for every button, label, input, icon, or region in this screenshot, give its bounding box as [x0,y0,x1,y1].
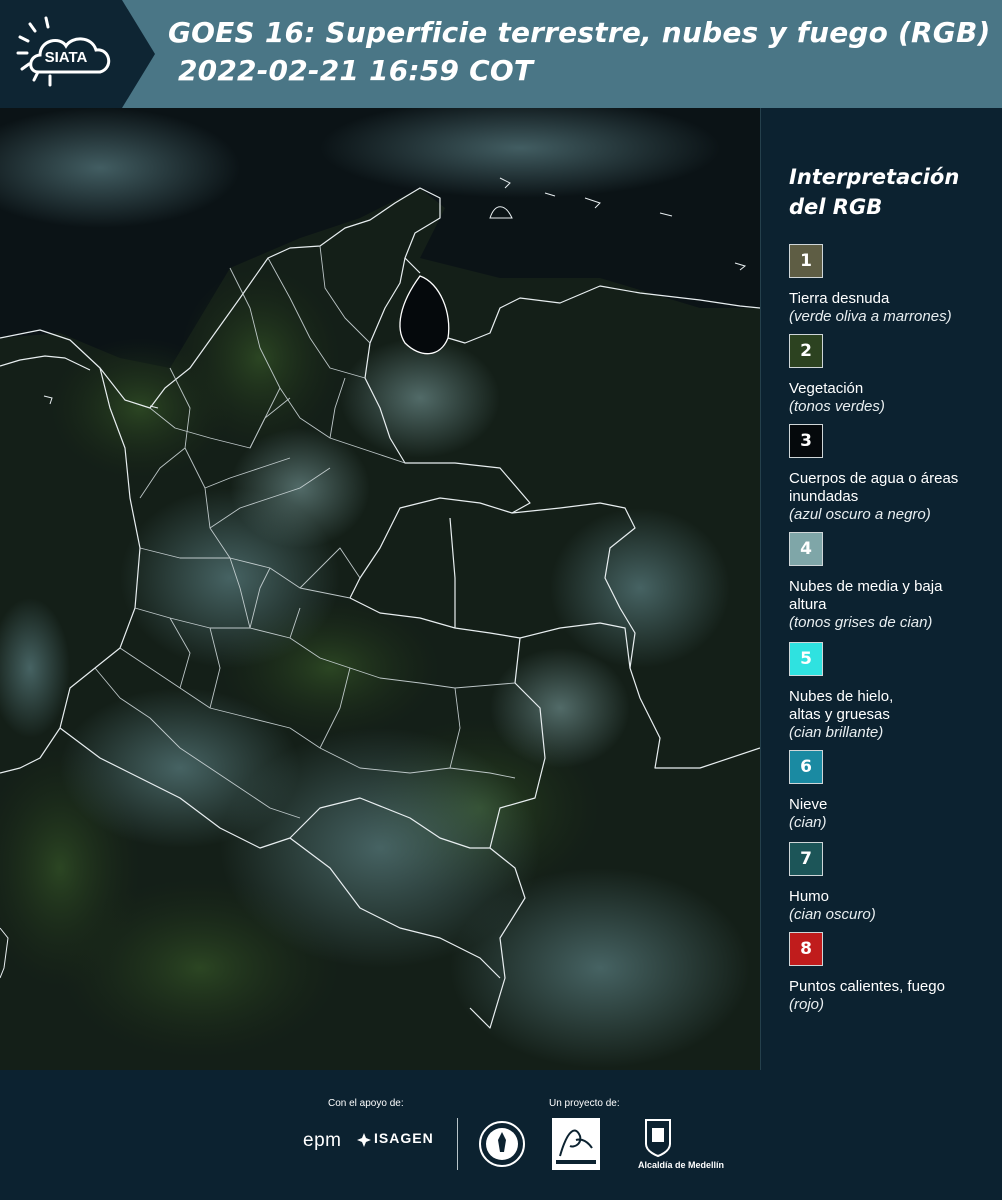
legend-swatch-5: 5 [789,642,823,676]
isagen-logo[interactable]: ISAGEN [374,1130,434,1146]
legend-swatch-2: 2 [789,334,823,368]
legend-item-vegetation: 2 Vegetación (tonos verdes) [789,334,999,416]
legend-title: Interpretación del RGB [789,165,960,219]
legend-swatch-1: 1 [789,244,823,278]
alcaldia-logo-text: Alcaldía de Medellín [638,1160,725,1170]
project-label: Un proyecto de: [549,1098,620,1109]
legend-sub: (azul oscuro a negro) [789,506,931,523]
legend-item-low-clouds: 4 Nubes de media y baja altura (tonos gr… [789,532,999,632]
seal-logo-icon[interactable] [478,1118,526,1170]
area-metropolitana-logo-icon[interactable] [552,1118,600,1170]
legend-sub: (cian brillante) [789,724,884,741]
legend-sub: (cian) [789,814,827,831]
siata-logo-icon: SIATA [0,0,155,108]
legend-item-fire: 8 Puntos calientes, fuego (rojo) [789,932,999,1014]
legend-label: Nieve [789,796,828,813]
legend-label: Puntos calientes, fuego [789,978,945,995]
legend-panel: Interpretación del RGB 1 Tierra desnuda … [760,108,1002,1070]
isagen-mark-icon [357,1133,371,1147]
legend-label: Cuerpos de agua o áreas inundadas [789,470,959,505]
legend-sub: (cian oscuro) [789,906,876,923]
support-label: Con el apoyo de: [328,1098,404,1109]
siata-logo[interactable]: SIATA [0,0,155,108]
legend-item-water: 3 Cuerpos de agua o áreas inundadas (azu… [789,424,999,524]
header-banner: SIATA GOES 16: Superficie terrestre, nub… [0,0,1002,108]
legend-sub: (tonos verdes) [789,398,885,415]
legend-label: Tierra desnuda [789,290,890,307]
page-title: GOES 16: Superficie terrestre, nubes y f… [168,14,991,90]
legend-item-snow: 6 Nieve (cian) [789,750,999,832]
legend-swatch-7: 7 [789,842,823,876]
footer: Con el apoyo de: Un proyecto de: epm ISA… [0,1070,1002,1200]
legend-item-ice-clouds: 5 Nubes de hielo, altas y gruesas (cian … [789,642,999,742]
satellite-map[interactable] [0,108,760,1070]
legend-swatch-8: 8 [789,932,823,966]
title-datetime: 2022-02-21 16:59 COT [178,54,534,87]
title-product: GOES 16: Superficie terrestre, nubes y f… [168,16,991,49]
legend-sub: (verde oliva a marrones) [789,308,952,325]
legend-label: Nubes de media y baja altura [789,578,943,613]
map-canvas [0,108,760,1070]
legend-swatch-6: 6 [789,750,823,784]
coat-of-arms-icon[interactable] [644,1118,672,1158]
legend-swatch-3: 3 [789,424,823,458]
footer-divider [457,1118,458,1170]
svg-text:SIATA: SIATA [45,49,88,66]
legend-sub: (rojo) [789,996,825,1013]
legend-sub: (tonos grises de cian) [789,614,933,631]
legend-swatch-4: 4 [789,532,823,566]
legend-label: Humo [789,888,830,905]
legend-label: Nubes de hielo, altas y gruesas [789,688,894,723]
epm-logo[interactable]: epm [303,1130,341,1152]
legend-label: Vegetación [789,380,864,397]
legend-item-smoke: 7 Humo (cian oscuro) [789,842,999,924]
legend-item-bare-soil: 1 Tierra desnuda (verde oliva a marrones… [789,244,999,326]
